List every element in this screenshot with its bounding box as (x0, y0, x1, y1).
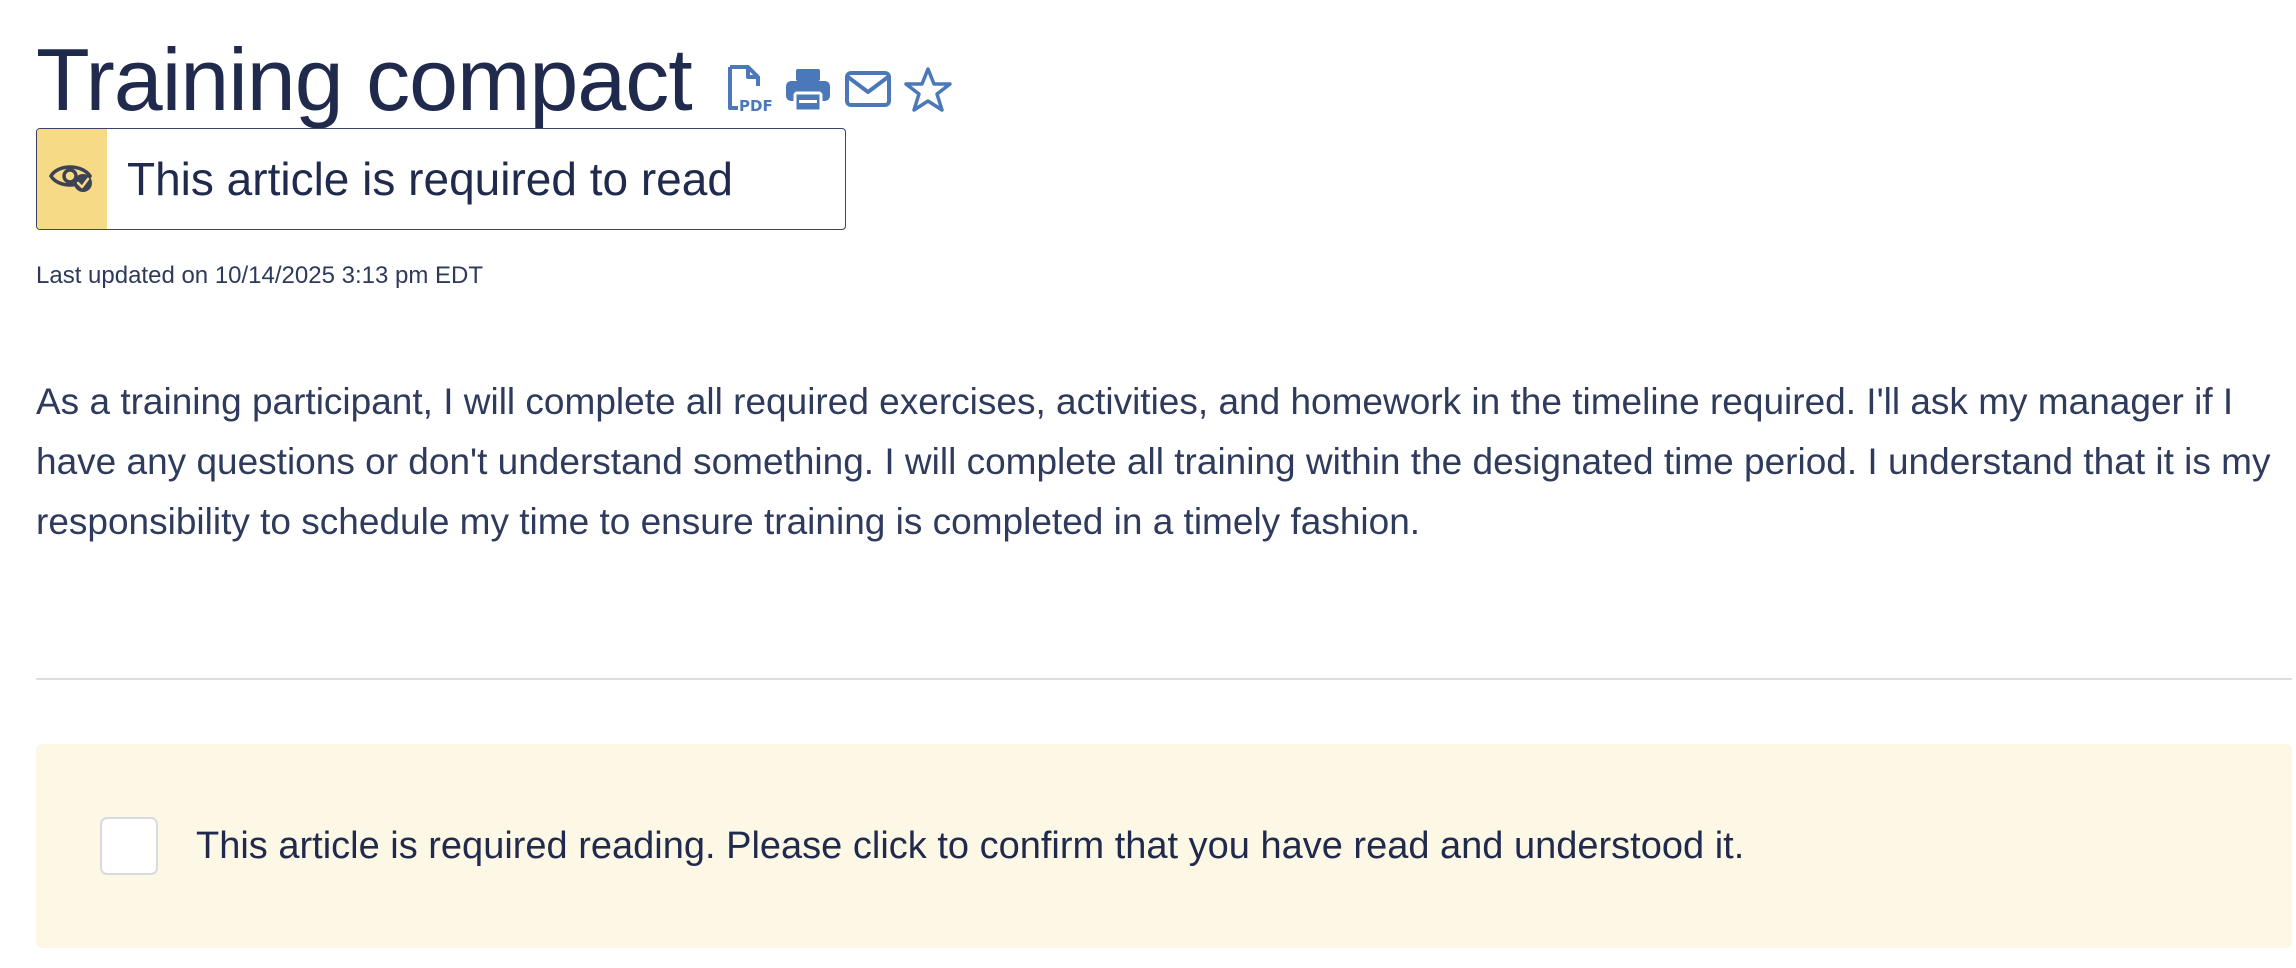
confirmation-panel: This article is required reading. Please… (36, 744, 2292, 948)
email-icon[interactable] (842, 64, 894, 116)
confirm-read-checkbox[interactable] (100, 817, 158, 875)
title-row: Training compact PDF (36, 20, 954, 130)
eye-check-icon (48, 159, 96, 200)
divider (36, 678, 2292, 680)
print-icon[interactable] (782, 64, 834, 116)
confirm-read-label[interactable]: This article is required reading. Please… (196, 825, 1744, 868)
required-badge-text: This article is required to read (127, 153, 733, 205)
badge-icon-container (37, 129, 107, 229)
pdf-icon[interactable]: PDF (722, 64, 774, 116)
star-icon[interactable] (902, 64, 954, 116)
required-reading-badge: This article is required to read (36, 128, 846, 230)
page-title: Training compact (36, 30, 693, 129)
article-body: As a training participant, I will comple… (36, 381, 2271, 542)
last-updated: Last updated on 10/14/2025 3:13 pm EDT (36, 262, 483, 289)
article-actions: PDF (722, 64, 954, 116)
svg-text:PDF: PDF (739, 97, 772, 115)
